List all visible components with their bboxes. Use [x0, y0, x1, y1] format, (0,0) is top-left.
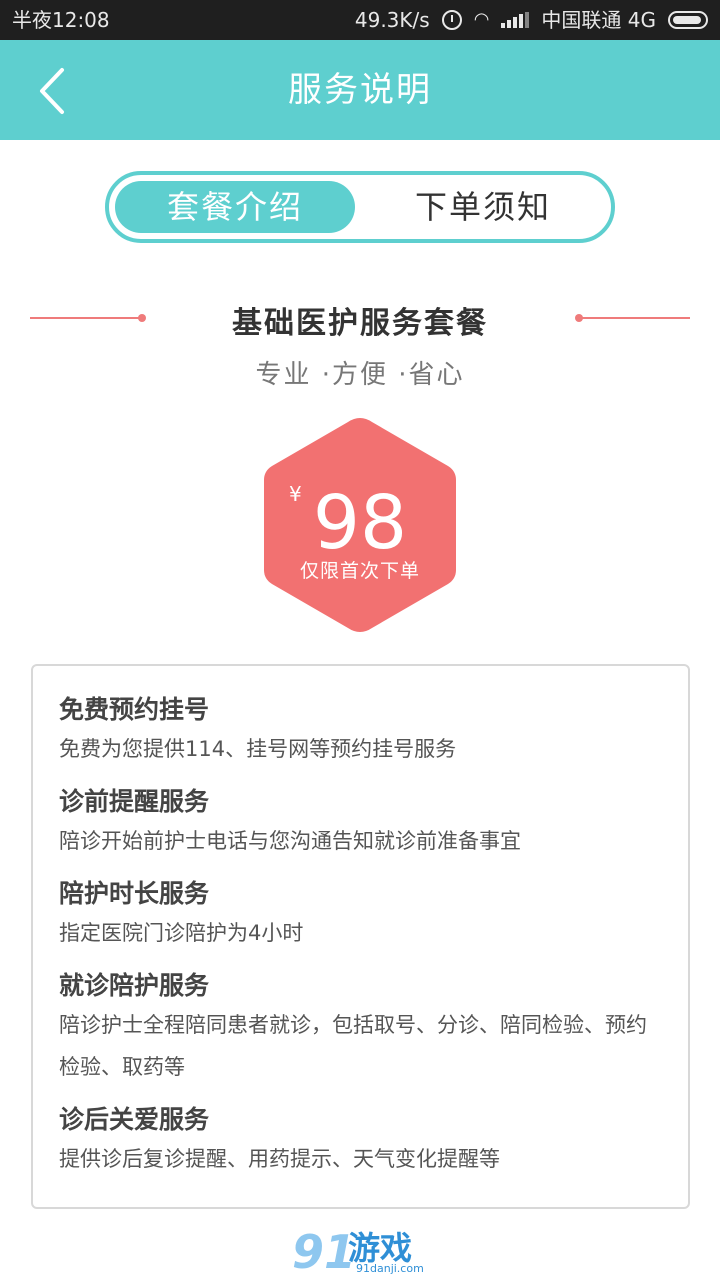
service-item: 免费预约挂号 免费为您提供114、挂号网等预约挂号服务: [59, 692, 662, 770]
wifi-icon: ◠: [473, 9, 490, 30]
service-name: 免费预约挂号: [59, 695, 210, 724]
service-desc: 免费为您提供114、挂号网等预约挂号服务: [59, 737, 457, 761]
watermark-logo: 91 游戏 91danji.com: [292, 1224, 432, 1280]
service-item: 陪护时长服务 指定医院门诊陪护为4小时: [59, 876, 662, 954]
service-name: 陪护时长服务: [59, 879, 210, 908]
status-time: 半夜12:08: [12, 8, 110, 32]
price-value: 98: [312, 480, 408, 566]
back-button[interactable]: [30, 66, 80, 116]
app-header: 服务说明: [0, 40, 720, 140]
service-name: 就诊陪护服务: [59, 971, 210, 1000]
service-item: 诊前提醒服务 陪诊开始前护士电话与您沟通告知就诊前准备事宜: [59, 784, 662, 862]
page-title: 服务说明: [288, 70, 432, 110]
tab-order-notice[interactable]: 下单须知: [363, 181, 603, 233]
service-name: 诊前提醒服务: [59, 787, 210, 816]
watermark-brand: 91: [292, 1225, 357, 1279]
package-subtitle: 专业 ·方便 ·省心: [255, 360, 465, 390]
signal-icon: [501, 12, 530, 28]
service-item: 就诊陪护服务 陪诊护士全程陪同患者就诊，包括取号、分诊、陪同检验、预约检验、取药…: [59, 968, 662, 1088]
carrier-label: 中国联通 4G: [541, 8, 656, 32]
status-right: 49.3K/s ◠ 中国联通 4G: [355, 0, 708, 40]
package-title: 基础医护服务套餐: [232, 306, 488, 341]
service-desc: 指定医院门诊陪护为4小时: [59, 921, 304, 945]
service-name: 诊后关爱服务: [59, 1105, 210, 1134]
alarm-icon: [441, 10, 462, 30]
service-desc: 陪诊开始前护士电话与您沟通告知就诊前准备事宜: [59, 829, 521, 853]
battery-icon: [668, 11, 708, 29]
watermark-url: 91danji.com: [356, 1262, 424, 1275]
price-note: 仅限首次下单: [299, 560, 420, 582]
tab-package-intro[interactable]: 套餐介绍: [115, 181, 355, 233]
service-list-card: 免费预约挂号 免费为您提供114、挂号网等预约挂号服务 诊前提醒服务 陪诊开始前…: [31, 664, 690, 1209]
status-bar: 半夜12:08 49.3K/s ◠ 中国联通 4G: [0, 0, 720, 40]
segmented-tabs: 套餐介绍 下单须知: [105, 171, 615, 243]
network-speed: 49.3K/s: [354, 8, 430, 32]
service-desc: 提供诊后复诊提醒、用药提示、天气变化提醒等: [59, 1147, 500, 1171]
service-item: 诊后关爱服务 提供诊后复诊提醒、用药提示、天气变化提醒等: [59, 1102, 662, 1180]
service-desc: 陪诊护士全程陪同患者就诊，包括取号、分诊、陪同检验、预约检验、取药等: [59, 1013, 647, 1079]
chevron-left-icon: [40, 68, 64, 114]
